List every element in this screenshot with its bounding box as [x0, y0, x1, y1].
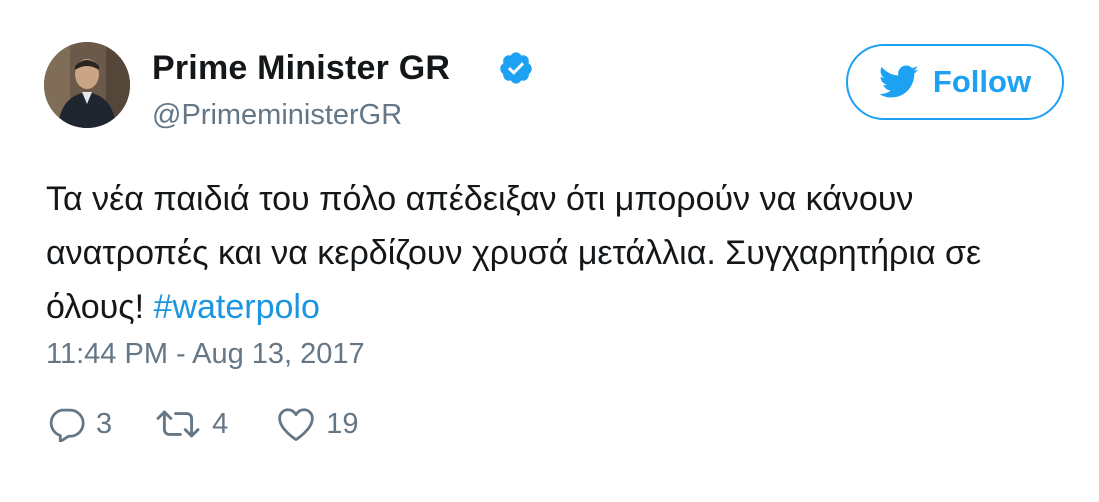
reply-count: 3 — [96, 407, 113, 440]
avatar-photo — [44, 42, 130, 128]
verified-badge-icon — [500, 52, 532, 84]
like-count: 19 — [326, 407, 359, 440]
tweet-card: Prime Minister GR @PrimeministerGR Follo… — [0, 0, 1099, 502]
reply-button[interactable]: 3 — [46, 406, 112, 442]
like-button[interactable]: 19 — [276, 406, 359, 442]
tweet-timestamp[interactable]: 11:44 PM - Aug 13, 2017 — [46, 338, 365, 371]
follow-button-label: Follow — [932, 64, 1032, 99]
author-name[interactable]: Prime Minister GR — [152, 49, 450, 88]
tweet-text: Τα νέα παιδιά του πόλο απέδειξαν ότι μπο… — [46, 172, 1056, 334]
follow-button[interactable]: Follow — [846, 44, 1064, 120]
tweet-actions: 3 4 19 — [46, 406, 359, 442]
reply-icon — [49, 408, 85, 442]
heart-icon — [278, 408, 315, 441]
retweet-icon — [156, 410, 200, 438]
author-handle[interactable]: @PrimeministerGR — [152, 99, 402, 132]
retweet-count: 4 — [212, 407, 229, 440]
retweet-button[interactable]: 4 — [154, 406, 228, 442]
hashtag-link[interactable]: #waterpolo — [154, 288, 320, 326]
avatar[interactable] — [44, 42, 130, 128]
twitter-bird-icon — [878, 65, 919, 98]
